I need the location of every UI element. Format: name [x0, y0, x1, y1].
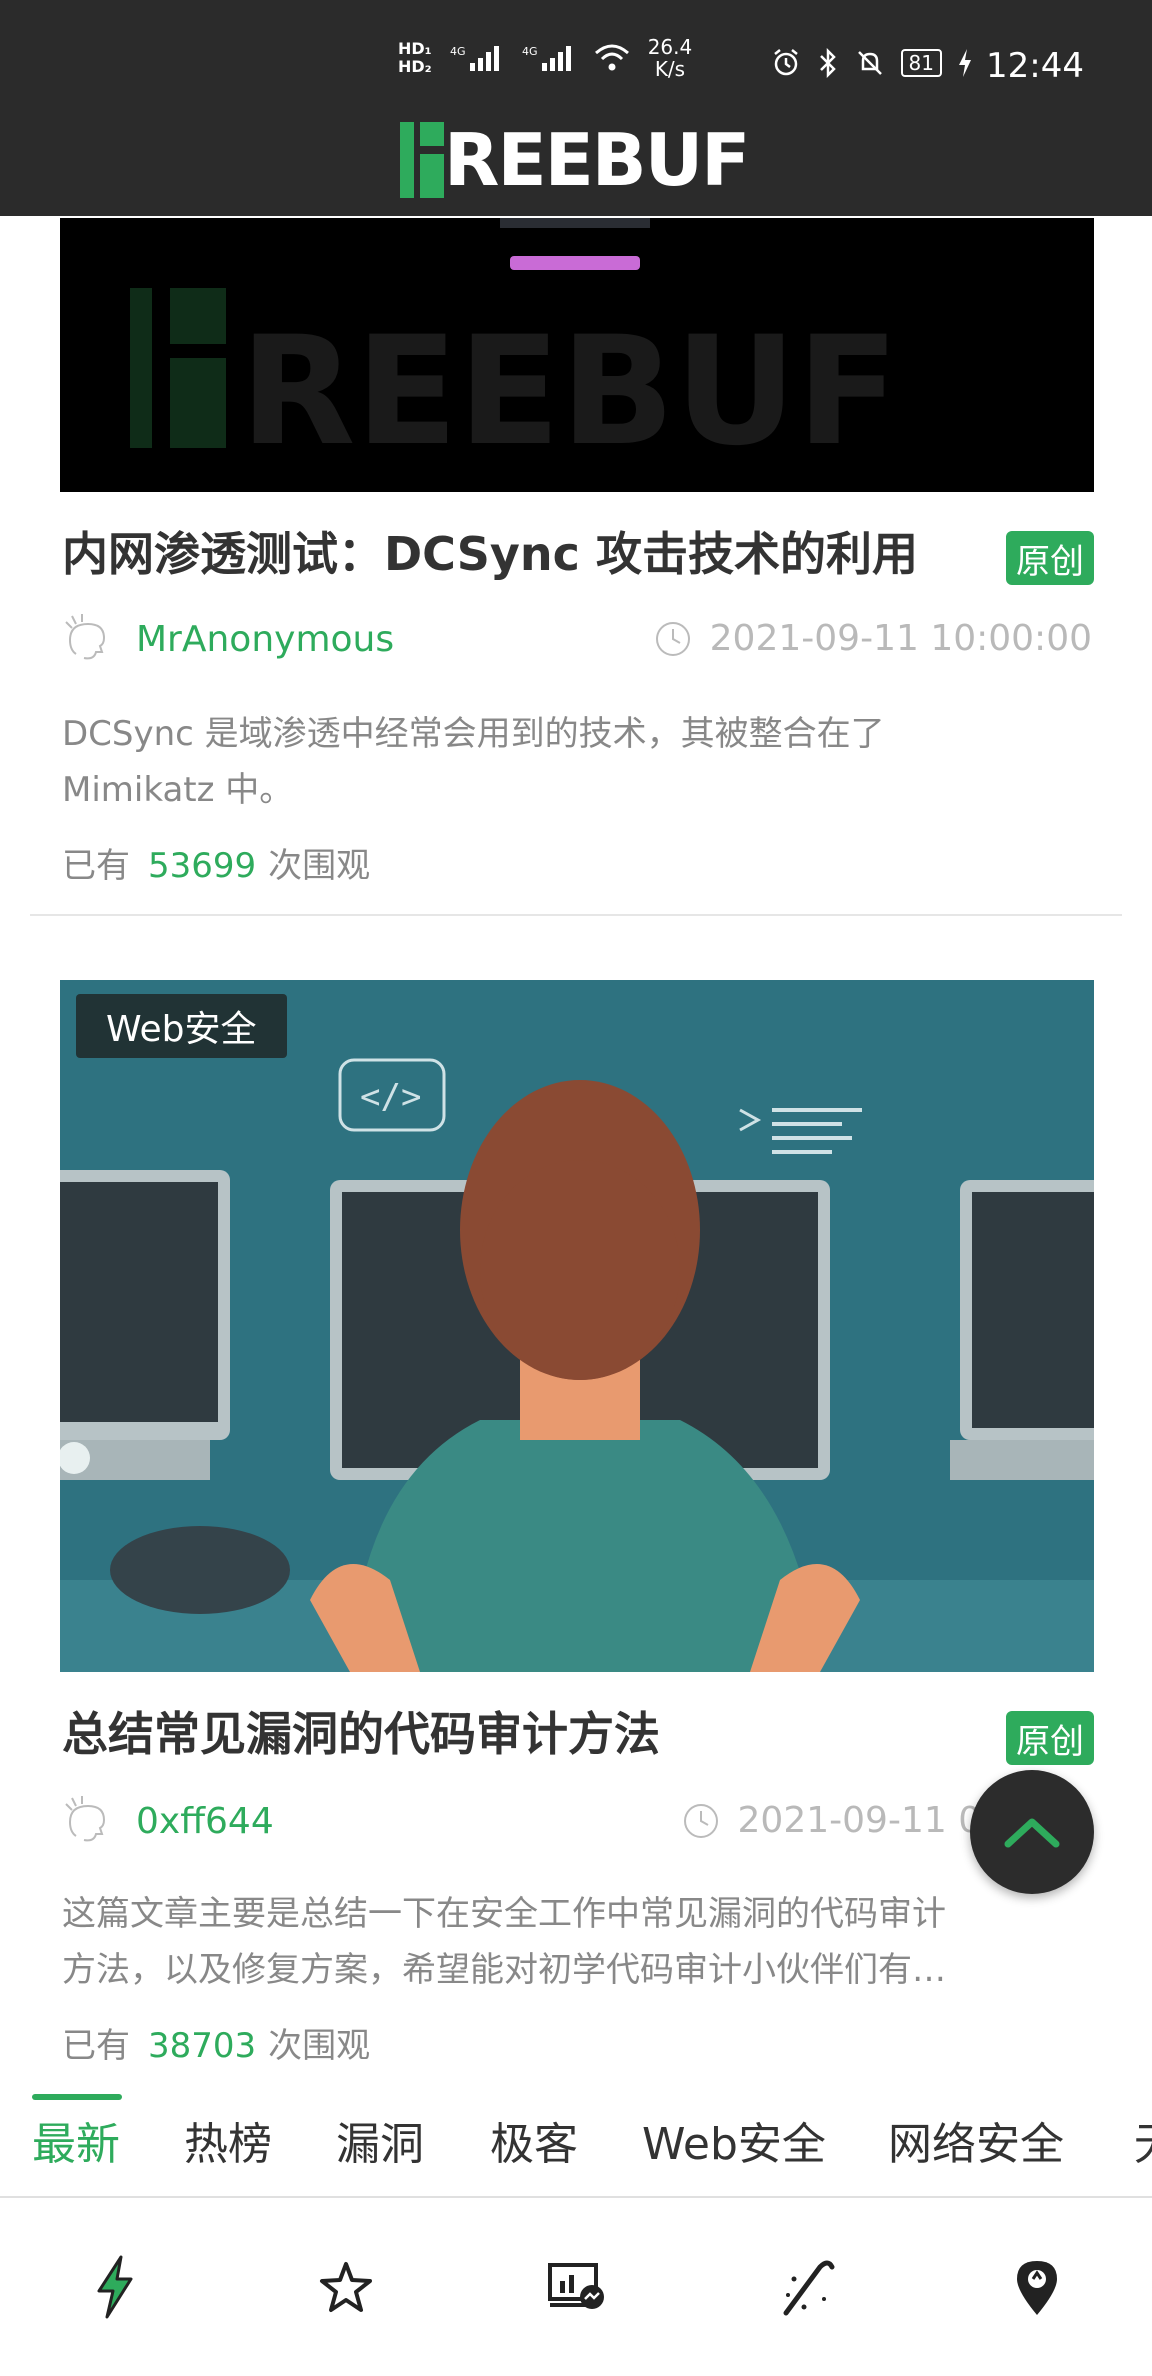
monitor-chart-icon [547, 2263, 604, 2309]
author-row[interactable]: MrAnonymous [62, 614, 394, 664]
original-badge: 原创 [1006, 1711, 1094, 1765]
alarm-icon [773, 49, 798, 76]
mute-bell-icon [857, 51, 882, 75]
publish-date: 2021-09-11 08 [682, 1800, 1004, 1841]
hd-icon: HD₁ HD₂ [398, 39, 432, 76]
nav-location[interactable] [977, 2227, 1097, 2347]
lightning-icon [97, 2255, 133, 2319]
thumbnail-image: </> [60, 980, 1094, 1672]
view-count: 已有 53699 次围观 [62, 846, 371, 886]
tab-vulnerability[interactable]: 漏洞 [336, 2108, 424, 2172]
network-speed: 26.4 K/s [647, 35, 693, 81]
status-clock: 12:44 [986, 46, 1084, 86]
nav-tools[interactable] [746, 2227, 866, 2347]
signal-icon: 4G [450, 45, 499, 71]
back-to-top-button[interactable] [970, 1770, 1094, 1894]
tab-wireless[interactable]: 无 [1134, 2108, 1152, 2172]
bluetooth-icon [819, 48, 836, 78]
article-excerpt: 这篇文章主要是总结一下在安全工作中常见漏洞的代码审计 方法，以及修复方案，希望能… [62, 1894, 946, 1990]
status-bar-right: 81 [771, 48, 972, 78]
thumbnail-image: REEBUF [60, 218, 1094, 492]
tab-network-security[interactable]: 网络安全 [888, 2108, 1064, 2172]
author-avatar-icon [65, 614, 106, 660]
wifi-icon [594, 44, 629, 71]
category-tabs: 最新 热榜 漏洞 极客 Web安全 网络安全 无 [0, 2090, 1152, 2198]
tab-web-security[interactable]: Web安全 [642, 2108, 826, 2172]
article-thumbnail[interactable]: REEBUF [60, 218, 1094, 492]
date-text: 2021-09-11 08 [737, 1800, 1004, 1841]
author-name[interactable]: MrAnonymous [136, 619, 394, 660]
nav-favorites[interactable] [286, 2227, 406, 2347]
view-count-number: 53699 [148, 846, 257, 886]
article-title[interactable]: 总结常见漏洞的代码审计方法 [62, 1704, 660, 1764]
active-tab-indicator [32, 2094, 122, 2100]
tab-geek[interactable]: 极客 [490, 2108, 578, 2172]
author-avatar-icon [65, 1796, 106, 1842]
tab-hot[interactable]: 热榜 [184, 2108, 272, 2172]
original-badge: 原创 [1006, 531, 1094, 585]
nav-live[interactable] [516, 2227, 636, 2347]
svg-text:4G: 4G [522, 45, 538, 58]
chevron-up-icon [1004, 1818, 1060, 1848]
date-text: 2021-09-11 10:00:00 [709, 618, 1092, 659]
svg-text:REEBUF: REEBUF [240, 305, 899, 479]
card-divider [30, 914, 1122, 916]
battery-indicator: 81 [900, 49, 942, 77]
article-excerpt: DCSync 是域渗透中经常会用到的技术，其被整合在了 Mimikatz 中。 [62, 714, 885, 810]
category-badge[interactable]: Web安全 [76, 994, 287, 1058]
clock-icon [655, 621, 690, 656]
publish-date: 2021-09-11 10:00:00 [654, 618, 1092, 659]
article-title[interactable]: 内网渗透测试：DCSync 攻击技术的利用 [62, 524, 918, 584]
bottom-navigation [0, 2198, 1152, 2376]
author-name[interactable]: 0xff644 [136, 1801, 274, 1842]
svg-text:4G: 4G [450, 45, 466, 58]
author-row[interactable]: 0xff644 [62, 1796, 274, 1846]
view-count: 已有 38703 次围观 [62, 2026, 371, 2066]
freebuf-logo[interactable]: REEBUF [400, 118, 750, 202]
app-header: HD₁ HD₂ 4G 4G 26.4 K/s 81 12:44 REEBUF [0, 0, 1152, 216]
status-bar-left: HD₁ HD₂ 4G 4G 26.4 K/s [398, 36, 692, 80]
location-pin-icon [1016, 2261, 1057, 2315]
view-count-number: 38703 [148, 2026, 257, 2066]
article-thumbnail[interactable]: </> [60, 980, 1094, 1672]
charging-icon [959, 49, 971, 77]
logo-text: REEBUF [444, 118, 750, 202]
nav-home[interactable] [55, 2227, 175, 2347]
signal-icon: 4G [522, 45, 571, 71]
wand-icon [783, 2260, 835, 2316]
freebuf-logo-mark [400, 122, 444, 198]
star-icon [319, 2262, 372, 2312]
svg-text:</>: </> [360, 1077, 421, 1117]
clock-icon [683, 1803, 718, 1838]
tab-latest[interactable]: 最新 [32, 2108, 120, 2172]
